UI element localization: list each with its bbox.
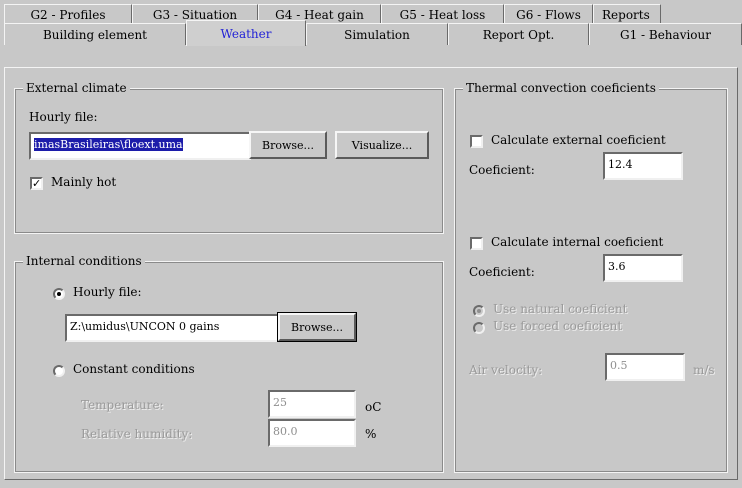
internal-browse-button[interactable]: Browse... xyxy=(277,312,357,342)
temperature-unit: oC xyxy=(365,400,382,414)
constant-conditions-label: Constant conditions xyxy=(73,362,195,376)
external-climate-group: External climate Hourly file: imasBrasil… xyxy=(14,81,444,234)
internal-hourly-label: Hourly file: xyxy=(73,285,142,299)
use-forced-radio[interactable] xyxy=(473,322,485,334)
external-browse-button[interactable]: Browse... xyxy=(249,131,327,159)
hourly-file-label: Hourly file: xyxy=(29,110,98,124)
visualize-button[interactable]: Visualize... xyxy=(335,131,429,159)
tab-row-bottom: Building element Weather Simulation Repo… xyxy=(4,20,742,46)
mainly-hot-checkbox[interactable]: ✓ xyxy=(30,177,43,190)
coef-external-input[interactable]: 12.4 xyxy=(603,152,683,180)
constant-conditions-radio[interactable] xyxy=(53,365,65,377)
calc-internal-checkbox[interactable] xyxy=(470,237,483,250)
radio-selected-dot xyxy=(57,292,61,296)
air-velocity-unit: m/s xyxy=(693,363,715,377)
air-velocity-label: Air velocity: xyxy=(469,363,543,377)
internal-hourly-file-input[interactable]: Z:\umidus\UNCON 0 gains xyxy=(65,314,279,342)
calc-external-checkbox[interactable] xyxy=(470,135,483,148)
internal-hourly-radio[interactable] xyxy=(53,288,65,300)
coef-internal-label: Coeficient: xyxy=(469,265,535,279)
use-natural-label: Use natural coeficient xyxy=(493,302,628,316)
humidity-unit: % xyxy=(365,427,377,441)
use-natural-radio[interactable] xyxy=(473,305,485,317)
temperature-label: Temperature: xyxy=(81,398,164,412)
use-forced-label: Use forced coeficient xyxy=(493,319,623,333)
weather-panel: External climate Hourly file: imasBrasil… xyxy=(4,67,738,480)
coef-internal-input[interactable]: 3.6 xyxy=(603,254,683,282)
tab-g6-flows[interactable]: G6 - Flows xyxy=(504,4,593,24)
internal-conditions-title: Internal conditions xyxy=(23,254,145,268)
tab-g1-behaviour[interactable]: G1 - Behaviour xyxy=(589,23,742,45)
tab-building-element[interactable]: Building element xyxy=(4,23,186,45)
tab-row-top: G2 - Profiles G3 - Situation G4 - Heat g… xyxy=(4,4,742,24)
external-climate-title: External climate xyxy=(23,81,130,95)
coef-external-label: Coeficient: xyxy=(469,163,535,177)
tab-simulation[interactable]: Simulation xyxy=(306,23,448,45)
calc-external-label: Calculate external coeficient xyxy=(491,133,666,147)
thermal-convection-group: Thermal convection coeficients Calculate… xyxy=(454,81,728,473)
external-hourly-file-input[interactable]: imasBrasileiras\floext.uma xyxy=(29,132,251,160)
humidity-input[interactable]: 80.0 xyxy=(268,419,356,447)
tab-report-opt[interactable]: Report Opt. xyxy=(448,23,589,45)
temperature-input[interactable]: 25 xyxy=(268,390,356,418)
mainly-hot-label: Mainly hot xyxy=(51,175,117,189)
internal-conditions-group: Internal conditions Hourly file: Z:\umid… xyxy=(14,254,444,473)
tab-reports[interactable]: Reports xyxy=(593,4,661,24)
calc-internal-label: Calculate internal coeficient xyxy=(491,235,664,249)
tab-g2-profiles[interactable]: G2 - Profiles xyxy=(4,4,132,24)
humidity-label: Relative humidity: xyxy=(81,427,193,441)
tab-g5-heat-loss[interactable]: G5 - Heat loss xyxy=(381,4,504,24)
thermal-convection-title: Thermal convection coeficients xyxy=(463,81,659,95)
tab-weather[interactable]: Weather xyxy=(186,20,306,46)
air-velocity-input[interactable]: 0.5 xyxy=(605,353,685,381)
radio-selected-dot xyxy=(477,309,481,313)
